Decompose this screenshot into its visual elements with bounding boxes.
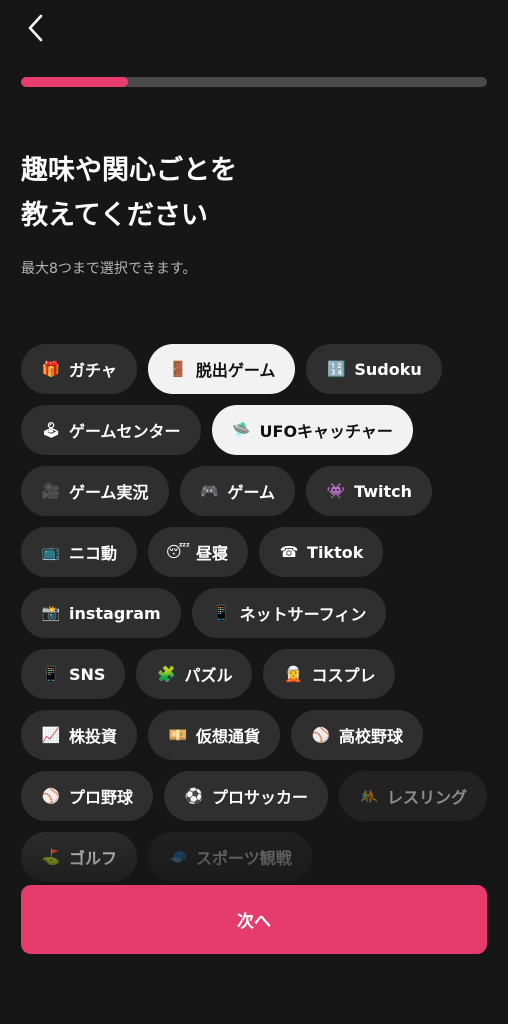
- chip-emoji-icon: 🎁: [41, 359, 61, 378]
- interest-chip[interactable]: 🧝 コスプレ: [263, 649, 396, 699]
- chip-label: ニコ動: [69, 544, 118, 563]
- chip-label: Sudoku: [354, 359, 422, 379]
- interest-chip[interactable]: 🤼 レスリング: [339, 771, 488, 821]
- chip-emoji-icon: ⛳: [41, 847, 61, 866]
- chip-emoji-icon: 📱: [212, 603, 231, 622]
- chip-emoji-icon: 📸: [41, 603, 61, 622]
- interest-chip[interactable]: 💴 仮想通貨: [148, 710, 281, 760]
- interest-chip[interactable]: 🔢 Sudoku: [306, 344, 442, 394]
- chip-label: コスプレ: [311, 666, 376, 685]
- chip-label: ゲーム実況: [69, 483, 149, 502]
- chip-label: Twitch: [354, 481, 413, 501]
- chip-emoji-icon: 🚪: [168, 359, 188, 378]
- chip-emoji-icon: ⚾: [41, 786, 61, 805]
- chip-label: プロ野球: [69, 788, 134, 807]
- chip-emoji-icon: 👾: [326, 481, 346, 500]
- chip-label: Tiktok: [307, 542, 364, 562]
- chip-label: 高校野球: [339, 727, 404, 746]
- page-title: 趣味や関心ごとを 教えてください: [21, 155, 237, 231]
- selection-hint: 最大8つまで選択できます。: [21, 261, 197, 277]
- interest-chip[interactable]: 🧢 スポーツ観戦: [148, 832, 312, 882]
- interest-chip-list: 🎁 ガチャ 🚪 脱出ゲーム 🔢 Sudoku 🕹 ゲームセンター 🛸 UFOキャッチャー 🎥 ゲーム実…: [21, 344, 491, 882]
- chip-label: ガチャ: [69, 361, 117, 380]
- chip-label: ゴルフ: [69, 849, 118, 868]
- chip-emoji-icon: 📺: [41, 542, 61, 561]
- chip-label: ゲーム: [227, 483, 276, 502]
- interest-chip[interactable]: 📸 instagram: [21, 588, 181, 638]
- chip-label: ゲームセンター: [69, 422, 181, 441]
- chevron-left-icon: [28, 14, 43, 42]
- chip-label: スポーツ観戦: [196, 849, 292, 868]
- chip-label: SNS: [69, 664, 106, 684]
- interest-chip[interactable]: 🎁 ガチャ: [21, 344, 137, 394]
- interest-chip[interactable]: 🛸 UFOキャッチャー: [211, 405, 413, 455]
- chip-emoji-icon: 🤼: [359, 786, 379, 805]
- interest-chip[interactable]: 😴 昼寝: [148, 527, 249, 577]
- chip-emoji-icon: 😴: [165, 542, 191, 561]
- interest-chip[interactable]: 🎮 ゲーム: [179, 466, 296, 516]
- interest-chip[interactable]: 📺 ニコ動: [21, 527, 138, 577]
- chip-emoji-icon: 📱: [41, 664, 61, 683]
- interest-chip[interactable]: 🎥 ゲーム実況: [21, 466, 169, 516]
- chip-label: パズル: [184, 666, 233, 685]
- chip-label: 昼寝: [196, 544, 229, 563]
- chip-emoji-icon: ⚾: [311, 725, 331, 744]
- interest-chip[interactable]: 👾 Twitch: [306, 466, 433, 516]
- chip-label: レスリング: [387, 788, 468, 807]
- chip-emoji-icon: 🔢: [327, 359, 346, 378]
- progress-bar: [21, 77, 487, 87]
- chip-label: UFOキャッチャー: [259, 422, 393, 441]
- chip-emoji-icon: 💴: [168, 725, 188, 744]
- interest-chip[interactable]: 🕹 ゲームセンター: [21, 405, 201, 455]
- progress-fill: [21, 77, 129, 87]
- chip-emoji-icon: 🛸: [232, 420, 251, 439]
- interest-chip[interactable]: 📈 株投資: [21, 710, 138, 760]
- interest-chip[interactable]: 📱 ネットサーフィン: [191, 588, 387, 638]
- chip-emoji-icon: ☎: [279, 542, 299, 561]
- chip-emoji-icon: 🧢: [168, 847, 188, 866]
- chip-label: ネットサーフィン: [239, 605, 367, 624]
- interest-chip[interactable]: 📱 SNS: [21, 649, 126, 699]
- chip-emoji-icon: 📈: [41, 725, 61, 744]
- chip-emoji-icon: 🧝: [284, 664, 303, 683]
- chip-emoji-icon: 🎮: [200, 481, 219, 500]
- chip-emoji-icon: 🎥: [41, 481, 61, 500]
- chip-label: 仮想通貨: [196, 727, 261, 746]
- chip-label: 株投資: [69, 727, 118, 746]
- interest-chip[interactable]: ⚽ プロサッカー: [164, 771, 329, 821]
- next-button[interactable]: 次へ: [21, 885, 487, 954]
- chip-label: プロサッカー: [212, 788, 309, 807]
- interest-chip[interactable]: ⛳ ゴルフ: [21, 832, 138, 882]
- interest-chip[interactable]: ☎ Tiktok: [259, 527, 384, 577]
- interest-chip[interactable]: ⚾ 高校野球: [291, 710, 424, 760]
- chip-emoji-icon: 🕹: [41, 420, 61, 439]
- chip-label: 脱出ゲーム: [195, 361, 276, 380]
- back-button[interactable]: [18, 10, 54, 46]
- chip-emoji-icon: ⚽: [184, 786, 204, 805]
- interest-chip[interactable]: 🚪 脱出ゲーム: [147, 344, 296, 394]
- chip-label: instagram: [69, 603, 161, 623]
- interest-chip[interactable]: ⚾ プロ野球: [21, 771, 154, 821]
- chip-emoji-icon: 🧩: [157, 664, 176, 683]
- interest-chip[interactable]: 🧩 パズル: [136, 649, 253, 699]
